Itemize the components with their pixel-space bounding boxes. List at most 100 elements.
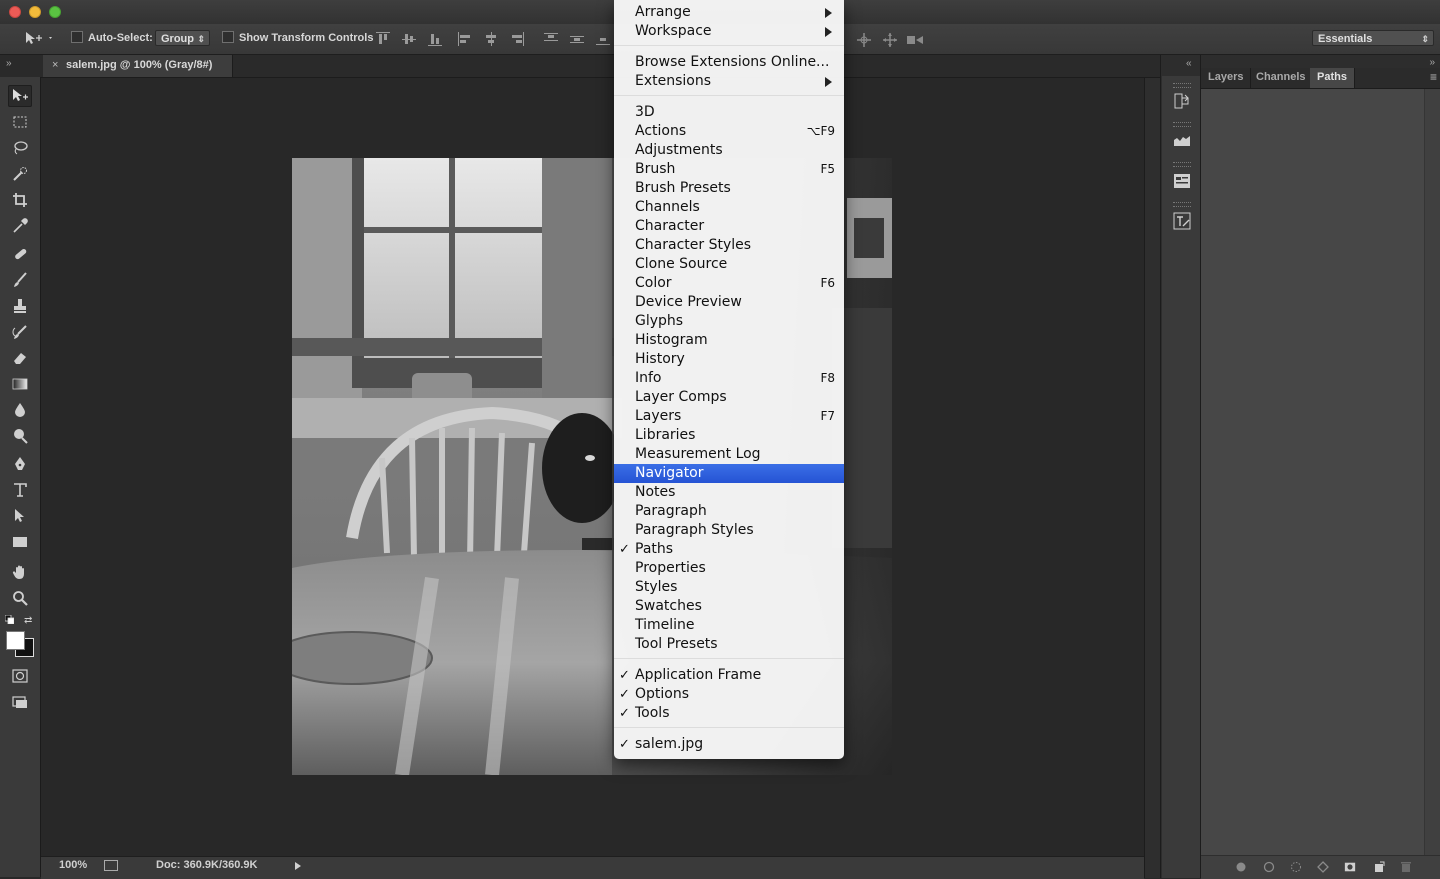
panel-scrollbar[interactable] [1424,89,1440,855]
align-vertical-centers-icon[interactable] [402,32,416,46]
menu-item-channels[interactable]: Channels [614,198,844,217]
type-tool[interactable] [8,479,32,501]
menu-item-adjustments[interactable]: Adjustments [614,141,844,160]
distribute-vertical-centers-icon[interactable] [570,32,584,46]
history-panel-icon[interactable] [1171,90,1193,112]
align-bottom-edges-icon[interactable] [428,32,442,46]
tab-channels[interactable]: Channels [1249,68,1314,88]
minimize-window-button[interactable] [29,6,41,18]
hand-tool[interactable] [8,561,32,583]
histogram-panel-icon[interactable] [1171,130,1193,152]
tab-layers[interactable]: Layers [1201,68,1252,88]
auto-select-dropdown[interactable]: Group ⇕ [155,30,210,46]
menu-item-libraries[interactable]: Libraries [614,426,844,445]
close-document-icon[interactable]: × [52,59,58,71]
document-tab[interactable]: × salem.jpg @ 100% (Gray/8#) [43,55,233,77]
menu-item-color[interactable]: Color F6 [614,274,844,293]
align-right-edges-icon[interactable] [510,32,524,46]
menu-item-measurement-log[interactable]: Measurement Log [614,445,844,464]
menu-item-swatches[interactable]: Swatches [614,597,844,616]
default-colors-icon[interactable] [4,614,15,625]
dodge-tool[interactable] [8,425,32,447]
menu-item-character-styles[interactable]: Character Styles [614,236,844,255]
3d-pan-icon[interactable] [856,32,872,47]
menu-item-3d[interactable]: 3D [614,103,844,122]
move-tool-preset-icon[interactable] [24,30,54,49]
menu-item-paragraph-styles[interactable]: Paragraph Styles [614,521,844,540]
properties-panel-icon[interactable] [1171,170,1193,192]
close-window-button[interactable] [9,6,21,18]
eraser-tool[interactable] [8,347,32,369]
align-left-edges-icon[interactable] [458,32,472,46]
collapse-toolbox-icon[interactable]: » [6,58,12,69]
lasso-tool[interactable] [8,137,32,159]
auto-select-checkbox[interactable]: Auto-Select: [71,31,153,44]
rectangle-tool[interactable] [8,531,32,553]
menu-item-browse-extensions-online[interactable]: Browse Extensions Online... [614,53,844,72]
paragraph-panel-icon[interactable] [1171,210,1193,232]
move-tool[interactable] [8,85,32,107]
3d-slide-icon[interactable] [882,32,898,47]
menu-item-clone-source[interactable]: Clone Source [614,255,844,274]
expand-panel-icon[interactable]: » [1429,57,1435,68]
fill-path-icon[interactable] [1235,861,1247,873]
menu-item-notes[interactable]: Notes [614,483,844,502]
menu-item-tools[interactable]: ✓ Tools [614,704,844,723]
menu-item-brush[interactable]: Brush F5 [614,160,844,179]
menu-item-timeline[interactable]: Timeline [614,616,844,635]
add-mask-icon[interactable] [1344,861,1356,873]
blur-tool[interactable] [8,399,32,421]
menu-item-paragraph[interactable]: Paragraph [614,502,844,521]
menu-item-info[interactable]: Info F8 [614,369,844,388]
crop-tool[interactable] [8,189,32,211]
menu-item-tool-presets[interactable]: Tool Presets [614,635,844,654]
tab-paths[interactable]: Paths [1310,68,1355,88]
distribute-top-edges-icon[interactable] [544,32,558,46]
show-transform-controls-checkbox[interactable]: Show Transform Controls [222,31,373,44]
new-path-icon[interactable] [1373,861,1385,873]
history-brush-tool[interactable] [8,321,32,343]
menu-item-workspace[interactable]: Workspace [614,22,844,41]
dock-grip[interactable] [1173,122,1191,127]
3d-scale-icon[interactable] [906,32,924,46]
marquee-tool[interactable] [8,111,32,133]
load-as-selection-icon[interactable] [1290,861,1302,873]
paths-list[interactable] [1201,89,1440,855]
workspace-switcher-dropdown[interactable]: Essentials ⇕ [1312,30,1434,46]
foreground-color-swatch[interactable] [6,631,25,650]
canvas-vertical-scrollbar[interactable] [1144,78,1161,878]
quick-selection-tool[interactable] [8,163,32,185]
menu-item-extensions[interactable]: Extensions [614,72,844,91]
menu-item-device-preview[interactable]: Device Preview [614,293,844,312]
dock-grip[interactable] [1173,202,1191,207]
clone-stamp-tool[interactable] [8,295,32,317]
gradient-tool[interactable] [8,373,32,395]
stroke-path-icon[interactable] [1263,861,1275,873]
menu-item-arrange[interactable]: Arrange [614,3,844,22]
menu-item-properties[interactable]: Properties [614,559,844,578]
delete-path-icon[interactable] [1400,861,1412,873]
pen-tool[interactable] [8,453,32,475]
collapse-dock-icon[interactable]: « [1186,58,1192,69]
menu-item-layers[interactable]: Layers F7 [614,407,844,426]
menu-item-character[interactable]: Character [614,217,844,236]
menu-item-paths[interactable]: ✓ Paths [614,540,844,559]
quick-mask-mode-icon[interactable] [8,665,32,687]
menu-item-navigator[interactable]: Navigator [614,464,844,483]
menu-item-brush-presets[interactable]: Brush Presets [614,179,844,198]
spot-healing-brush-tool[interactable] [8,243,32,265]
menu-item-application-frame[interactable]: ✓ Application Frame [614,666,844,685]
distribute-bottom-edges-icon[interactable] [596,32,610,46]
menu-item-styles[interactable]: Styles [614,578,844,597]
menu-item-history[interactable]: History [614,350,844,369]
screen-mode-icon[interactable] [8,691,32,713]
swap-colors-icon[interactable]: ⇄ [24,615,32,626]
brush-tool[interactable] [8,269,32,291]
path-selection-tool[interactable] [8,505,32,527]
menu-item-salem-jpg[interactable]: ✓ salem.jpg [614,735,844,754]
menu-item-glyphs[interactable]: Glyphs [614,312,844,331]
zoom-tool[interactable] [8,587,32,609]
eyedropper-tool[interactable] [8,215,32,237]
menu-item-layer-comps[interactable]: Layer Comps [614,388,844,407]
share-icon[interactable] [104,860,118,871]
